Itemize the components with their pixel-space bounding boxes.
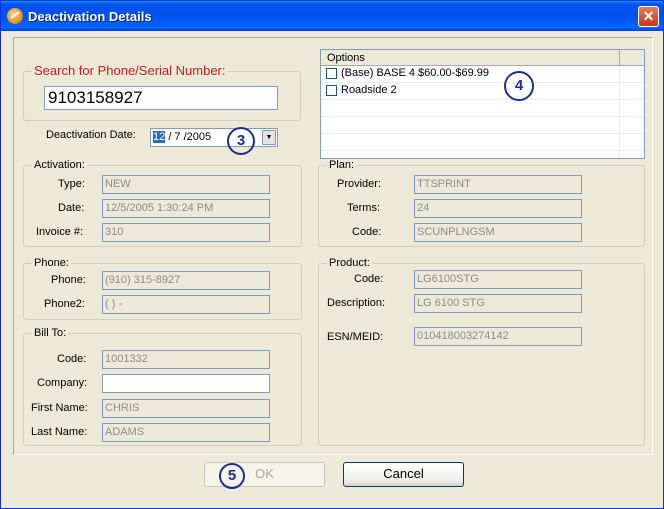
options-header-label: Options [327,52,365,64]
esn-label: ESN/MEID: [327,331,384,343]
company-label: Company: [37,377,88,389]
first-name-field: CHRIS [102,399,270,418]
option-label: (Base) BASE 4 $60.00-$69.99 [341,67,489,79]
window-title: Deactivation Details [28,9,152,24]
annotation-circle-3: 3 [227,127,255,155]
product-code-label: Code: [354,273,384,285]
billto-code-field: 1001332 [102,350,270,369]
options-list[interactable]: Options (Base) BASE 4 $60.00-$69.99 Road… [320,49,645,159]
header-divider [619,50,620,66]
close-button[interactable]: ✕ [638,6,659,27]
plan-legend: Plan: [327,159,357,171]
date-rest-segment: / 7 /2005 [168,131,212,143]
product-group: Product: [318,257,645,446]
search-legend: Search for Phone/Serial Number: [32,63,228,78]
annotation-circle-4: 4 [504,71,534,101]
deactivation-date-picker[interactable]: 12 / 7 /2005 [150,128,278,147]
search-input[interactable]: 9103158927 [44,86,278,110]
activation-date-label: Date: [58,202,85,214]
options-header: Options [321,50,644,66]
esn-field: 010418003274142 [414,327,582,346]
description-field: LG 6100 STG [414,294,582,313]
provider-label: Provider: [337,178,382,190]
plan-code-field: SCUNPLNGSM [414,223,582,242]
billto-legend: Bill To: [32,327,69,339]
cancel-button[interactable]: Cancel [343,462,464,487]
column-divider [619,66,620,158]
provider-field: TTSPRINT [414,175,582,194]
terms-field: 24 [414,199,582,218]
company-input[interactable] [102,374,270,393]
activation-type-field: NEW [102,175,270,194]
plan-code-label: Code: [352,226,382,238]
option-checkbox[interactable] [326,85,337,96]
empty-row [321,117,644,134]
option-row[interactable]: (Base) BASE 4 $60.00-$69.99 [321,66,644,83]
description-label: Description: [327,297,386,309]
invoice-field: 310 [102,223,270,242]
activation-date-field: 12/5/2005 1:30:24 PM [102,199,270,218]
phone-legend: Phone: [32,257,71,269]
option-row[interactable]: Roadside 2 [321,83,644,100]
annotation-circle-5: 5 [219,463,245,489]
option-label: Roadside 2 [341,84,397,96]
last-name-label: Last Name: [31,426,88,438]
date-dropdown-button[interactable]: ▼ [262,130,276,145]
deactivation-date-label: Deactivation Date: [46,129,136,141]
product-legend: Product: [327,257,372,269]
terms-label: Terms: [347,202,380,214]
empty-row [321,100,644,117]
activation-type-label: Type: [58,178,85,190]
phone2-field: ( ) - [102,295,270,314]
invoice-label: Invoice #: [36,226,84,238]
option-checkbox[interactable] [326,68,337,79]
empty-row [321,134,644,151]
phone-field: (910) 315-8927 [102,271,270,290]
activation-legend: Activation: [32,159,87,171]
phone-label: Phone: [51,274,86,286]
first-name-label: First Name: [31,402,88,414]
date-month-segment[interactable]: 12 [153,131,166,143]
billto-code-label: Code: [57,353,87,365]
app-icon [7,8,23,24]
phone2-label: Phone2: [44,298,85,310]
product-code-field: LG6100STG [414,270,582,289]
dialog-window: Deactivation Details ✕ Search for Phone/… [0,0,664,509]
last-name-field: ADAMS [102,423,270,442]
title-bar[interactable]: Deactivation Details ✕ [1,1,663,31]
